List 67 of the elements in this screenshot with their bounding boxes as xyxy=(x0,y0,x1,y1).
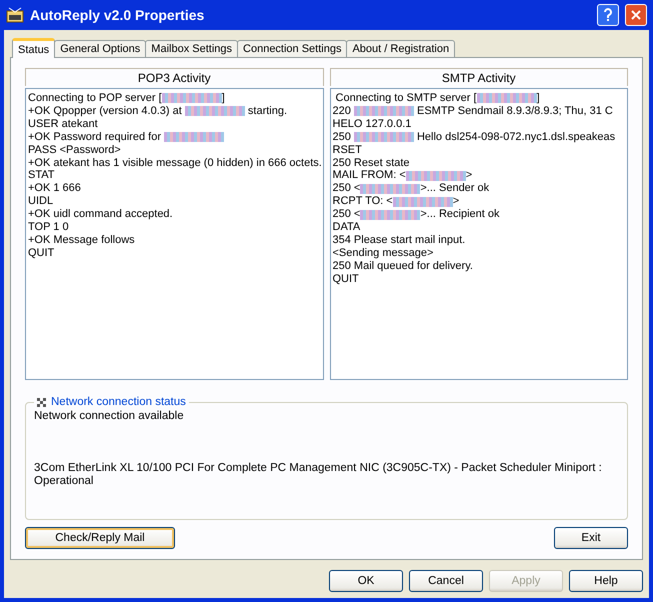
group-title: Network connection status xyxy=(51,396,186,408)
log-text: QUIT xyxy=(332,272,359,286)
log-text: TOP 1 0 xyxy=(28,221,69,234)
log-text: RSET xyxy=(332,144,362,157)
log-text: MAIL FROM: < xyxy=(332,169,406,182)
redacted-text-block xyxy=(184,106,245,116)
log-text: <Sending message> xyxy=(332,246,434,260)
log-text: +OK Password required for xyxy=(28,130,162,144)
log-text: 250 Reset state xyxy=(332,156,410,170)
log-text: >... Recipient ok xyxy=(420,208,500,222)
network-status-text: Network connection available xyxy=(34,410,185,423)
tab[interactable]: Status xyxy=(12,38,56,58)
panel-heading: POP3 Activity xyxy=(25,68,324,86)
log-text: STAT xyxy=(28,169,54,182)
log-text: +OK Qpopper (version 4.0.3) at xyxy=(28,104,183,118)
redacted-text-block xyxy=(392,196,453,207)
log-text: +OK 1 666 xyxy=(28,182,81,196)
dialog-button[interactable]: OK xyxy=(329,570,403,592)
panel-heading: SMTP Activity xyxy=(330,68,628,86)
log-text: Hello dsl254-098-072.nyc1.dsl.speakeas xyxy=(416,130,616,144)
log-text: Connecting to SMTP server [ xyxy=(334,92,477,105)
log-text: DATA xyxy=(332,221,360,234)
help-icon[interactable] xyxy=(597,4,619,26)
log-text: +OK atekant has 1 visible message (0 hidden) in 666 octets. xyxy=(28,156,322,170)
log-text: 250 < xyxy=(332,208,360,222)
network-icon xyxy=(37,398,46,406)
redacted-text-block xyxy=(360,210,420,220)
log-text: ] xyxy=(222,92,225,105)
redacted-text-block xyxy=(406,170,466,181)
adapter-status-text: 3Com EtherLink XL 10/100 PCI For Complete PC Management NIC (3C905C-TX) - Packet Scheduler Miniport : Operational xyxy=(34,462,603,488)
log-text: ESMTP Sendmail 8.9.3/8.9.3; Thu, 31 C xyxy=(416,104,613,118)
log-text: Connecting to POP server [ xyxy=(28,92,162,105)
log-text: +OK Message follows xyxy=(28,234,135,247)
tab[interactable]: General Options xyxy=(54,40,146,58)
log-text: HELO 127.0.0.1 xyxy=(332,118,412,131)
log-text: PASS <Password> xyxy=(28,144,121,157)
log-text: 220 xyxy=(332,104,352,118)
dialog-button[interactable]: Help xyxy=(569,570,643,592)
log-text: UIDL xyxy=(28,195,54,208)
log-text: 250 xyxy=(332,130,352,144)
log-text: starting. xyxy=(246,104,288,118)
close-icon[interactable] xyxy=(625,4,647,26)
log-text: > xyxy=(466,169,472,182)
log-text: > xyxy=(452,195,460,208)
log-text: QUIT xyxy=(28,246,54,260)
log-text: 250 Mail queued for delivery. xyxy=(332,260,473,273)
redacted-text-block xyxy=(360,184,420,194)
redacted-text-block xyxy=(354,132,414,142)
dialog-button[interactable]: Cancel xyxy=(409,570,483,592)
redacted-text-block xyxy=(164,132,224,142)
log-text: RCPT TO: < xyxy=(332,195,393,208)
log-text: ] xyxy=(536,92,540,105)
tab[interactable]: About / Registration xyxy=(346,40,456,58)
redacted-text-block xyxy=(162,93,222,104)
log-text: +OK uidl command accepted. xyxy=(28,208,173,222)
log-text: USER atekant xyxy=(28,118,98,131)
window-title: AutoReply v2.0 Properties xyxy=(30,7,206,23)
log-text: 250 < xyxy=(332,182,360,196)
action-button[interactable]: Exit xyxy=(554,527,628,549)
action-button[interactable]: Check/Reply Mail xyxy=(25,527,175,549)
tab[interactable]: Connection Settings xyxy=(237,40,348,58)
log-text: >... Sender ok xyxy=(420,182,490,196)
redacted-text-block xyxy=(354,106,414,116)
log-text: 354 Please start mail input. xyxy=(332,234,466,247)
tab[interactable]: Mailbox Settings xyxy=(145,40,238,58)
app-icon xyxy=(6,7,24,23)
redacted-text-block xyxy=(476,93,537,104)
